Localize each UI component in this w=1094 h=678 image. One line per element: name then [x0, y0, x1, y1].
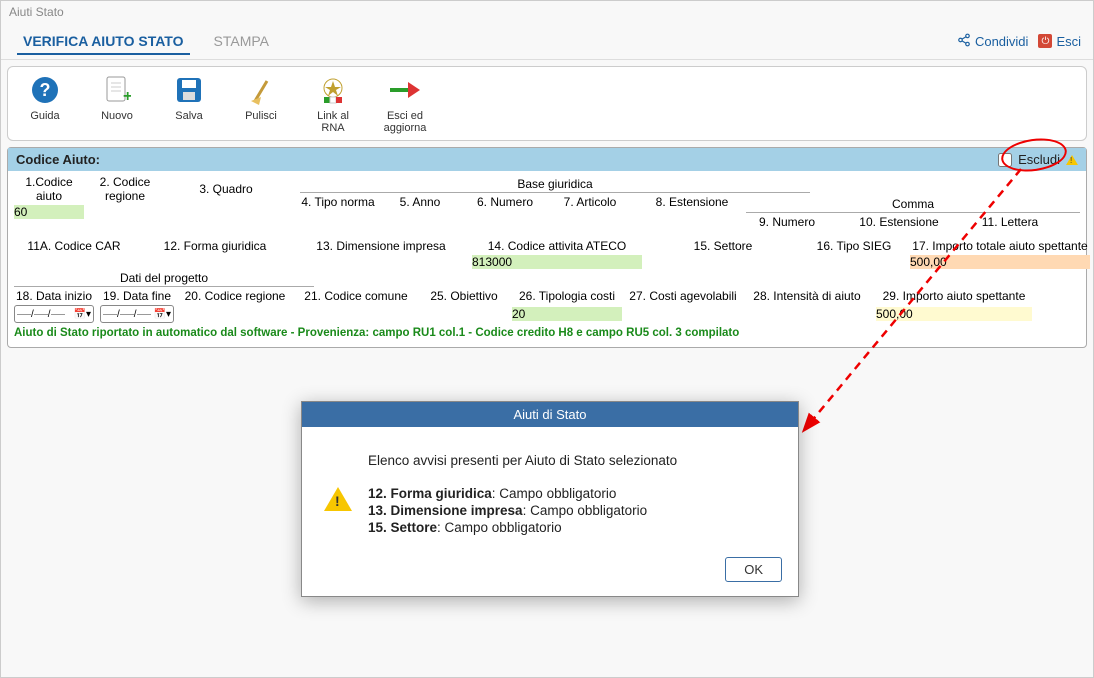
modal-intro: Elenco avvisi presenti per Aiuto di Stat… [368, 453, 677, 468]
h-costi-agevolabili: 27. Costi agevolabili [628, 289, 738, 303]
group-comma: Comma [746, 197, 1080, 213]
h-settore: 15. Settore [648, 239, 798, 253]
tabs-bar: VERIFICA AIUTO STATO STAMPA Condividi ⏻ … [1, 23, 1093, 60]
h-c-estensione: 10. Estensione [834, 215, 964, 229]
h-tipo-norma: 4. Tipo norma [300, 195, 376, 209]
share-label: Condividi [975, 34, 1028, 49]
new-doc-icon: + [100, 73, 134, 107]
codice-aiuto-pane: Codice Aiuto: Escludi 1.Codice aiuto 2. … [7, 147, 1087, 348]
h-data-inizio: 18. Data inizio [14, 289, 94, 303]
salva-button[interactable]: Salva [162, 73, 216, 134]
h-codice-regione: 2. Codice regione [90, 175, 160, 203]
h-tipo-sieg: 16. Tipo SIEG [804, 239, 904, 253]
exit-link[interactable]: ⏻ Esci [1038, 34, 1081, 49]
share-icon [957, 33, 971, 50]
guida-button[interactable]: ? Guida [18, 73, 72, 134]
h-intensita: 28. Intensità di aiuto [744, 289, 870, 303]
h-data-fine: 19. Data fine [100, 289, 174, 303]
field-data-fine[interactable]: //📅▾ [100, 305, 174, 323]
h-anno: 5. Anno [382, 195, 458, 209]
calendar-icon[interactable]: 📅▾ [74, 309, 91, 320]
modal-line-1: 12. Forma giuridica: Campo obbligatorio [368, 486, 677, 501]
share-link[interactable]: Condividi [957, 33, 1028, 50]
h-importo-totale: 17. Importo totale aiuto spettante [910, 239, 1090, 253]
help-icon: ? [28, 73, 62, 107]
field-importo-totale[interactable]: 500,00 [910, 255, 1090, 269]
guida-label: Guida [30, 110, 59, 122]
h-articolo: 7. Articolo [552, 195, 628, 209]
tab-verifica[interactable]: VERIFICA AIUTO STATO [17, 29, 190, 55]
escludi-checkbox[interactable] [998, 153, 1012, 167]
clean-icon [244, 73, 278, 107]
h-importo-spettante: 29. Importo aiuto spettante [876, 289, 1032, 303]
h-forma-giuridica: 12. Forma giuridica [140, 239, 290, 253]
h-codice-aiuto: 1.Codice aiuto [14, 175, 84, 203]
h-estensione: 8. Estensione [634, 195, 750, 209]
h-c-lettera: 11. Lettera [970, 215, 1050, 229]
tab-stampa[interactable]: STAMPA [208, 29, 276, 55]
pulisci-button[interactable]: Pulisci [234, 73, 288, 134]
h-quadro: 3. Quadro [166, 182, 286, 196]
group-dati-progetto: Dati del progetto [14, 271, 314, 287]
warning-icon[interactable] [1066, 155, 1078, 165]
nuovo-button[interactable]: + Nuovo [90, 73, 144, 134]
warning-icon [324, 487, 352, 511]
h-obiettivo: 25. Obiettivo [422, 289, 506, 303]
field-codice-ateco[interactable]: 813000 [472, 255, 642, 269]
ok-button[interactable]: OK [725, 557, 782, 582]
modal-title: Aiuti di Stato [302, 402, 798, 427]
footnote: Aiuto di Stato riportato in automatico d… [14, 327, 1080, 339]
modal-line-2: 13. Dimensione impresa: Campo obbligator… [368, 503, 677, 518]
salva-label: Salva [175, 110, 203, 122]
field-codice-aiuto[interactable]: 60 [14, 205, 84, 219]
calendar-icon[interactable]: 📅▾ [154, 309, 171, 320]
h-r3-codice-regione: 20. Codice regione [180, 289, 290, 303]
exit-label: Esci [1056, 34, 1081, 49]
h-codice-car: 11A. Codice CAR [14, 239, 134, 253]
h-codice-comune: 21. Codice comune [296, 289, 416, 303]
h-numero: 6. Numero [464, 195, 546, 209]
escludi-label: Escludi [1018, 152, 1060, 167]
h-codice-ateco: 14. Codice attivita ATECO [472, 239, 642, 253]
link-rna-button[interactable]: Link al RNA [306, 73, 360, 134]
field-importo-spettante[interactable]: 500,00 [876, 307, 1032, 321]
emblem-icon [316, 73, 350, 107]
nuovo-label: Nuovo [101, 110, 133, 122]
h-tipologia-costi: 26. Tipologia costi [512, 289, 622, 303]
field-tipologia-costi[interactable]: 20 [512, 307, 622, 321]
pane-header: Codice Aiuto: Escludi [8, 148, 1086, 171]
toolbar: ? Guida + Nuovo Salva Pulisci Link al RN… [7, 66, 1087, 141]
alert-modal: Aiuti di Stato Elenco avvisi presenti pe… [301, 401, 799, 597]
esci-aggiorna-button[interactable]: Esci ed aggiorna [378, 73, 432, 134]
pulisci-label: Pulisci [245, 110, 277, 122]
save-icon [172, 73, 206, 107]
exit-arrow-icon [388, 73, 422, 107]
field-data-inizio[interactable]: //📅▾ [14, 305, 94, 323]
svg-text:+: + [123, 88, 131, 105]
pane-title: Codice Aiuto: [16, 152, 100, 167]
link-rna-label: Link al RNA [317, 110, 349, 134]
window-title: Aiuti Stato [1, 1, 1093, 23]
svg-text:?: ? [40, 80, 51, 100]
power-icon: ⏻ [1038, 34, 1052, 48]
h-dimensione-impresa: 13. Dimensione impresa [296, 239, 466, 253]
h-c-numero: 9. Numero [746, 215, 828, 229]
modal-line-3: 15. Settore: Campo obbligatorio [368, 520, 677, 535]
esci-aggiorna-label: Esci ed aggiorna [384, 110, 427, 134]
group-base-giuridica: Base giuridica [300, 177, 810, 193]
